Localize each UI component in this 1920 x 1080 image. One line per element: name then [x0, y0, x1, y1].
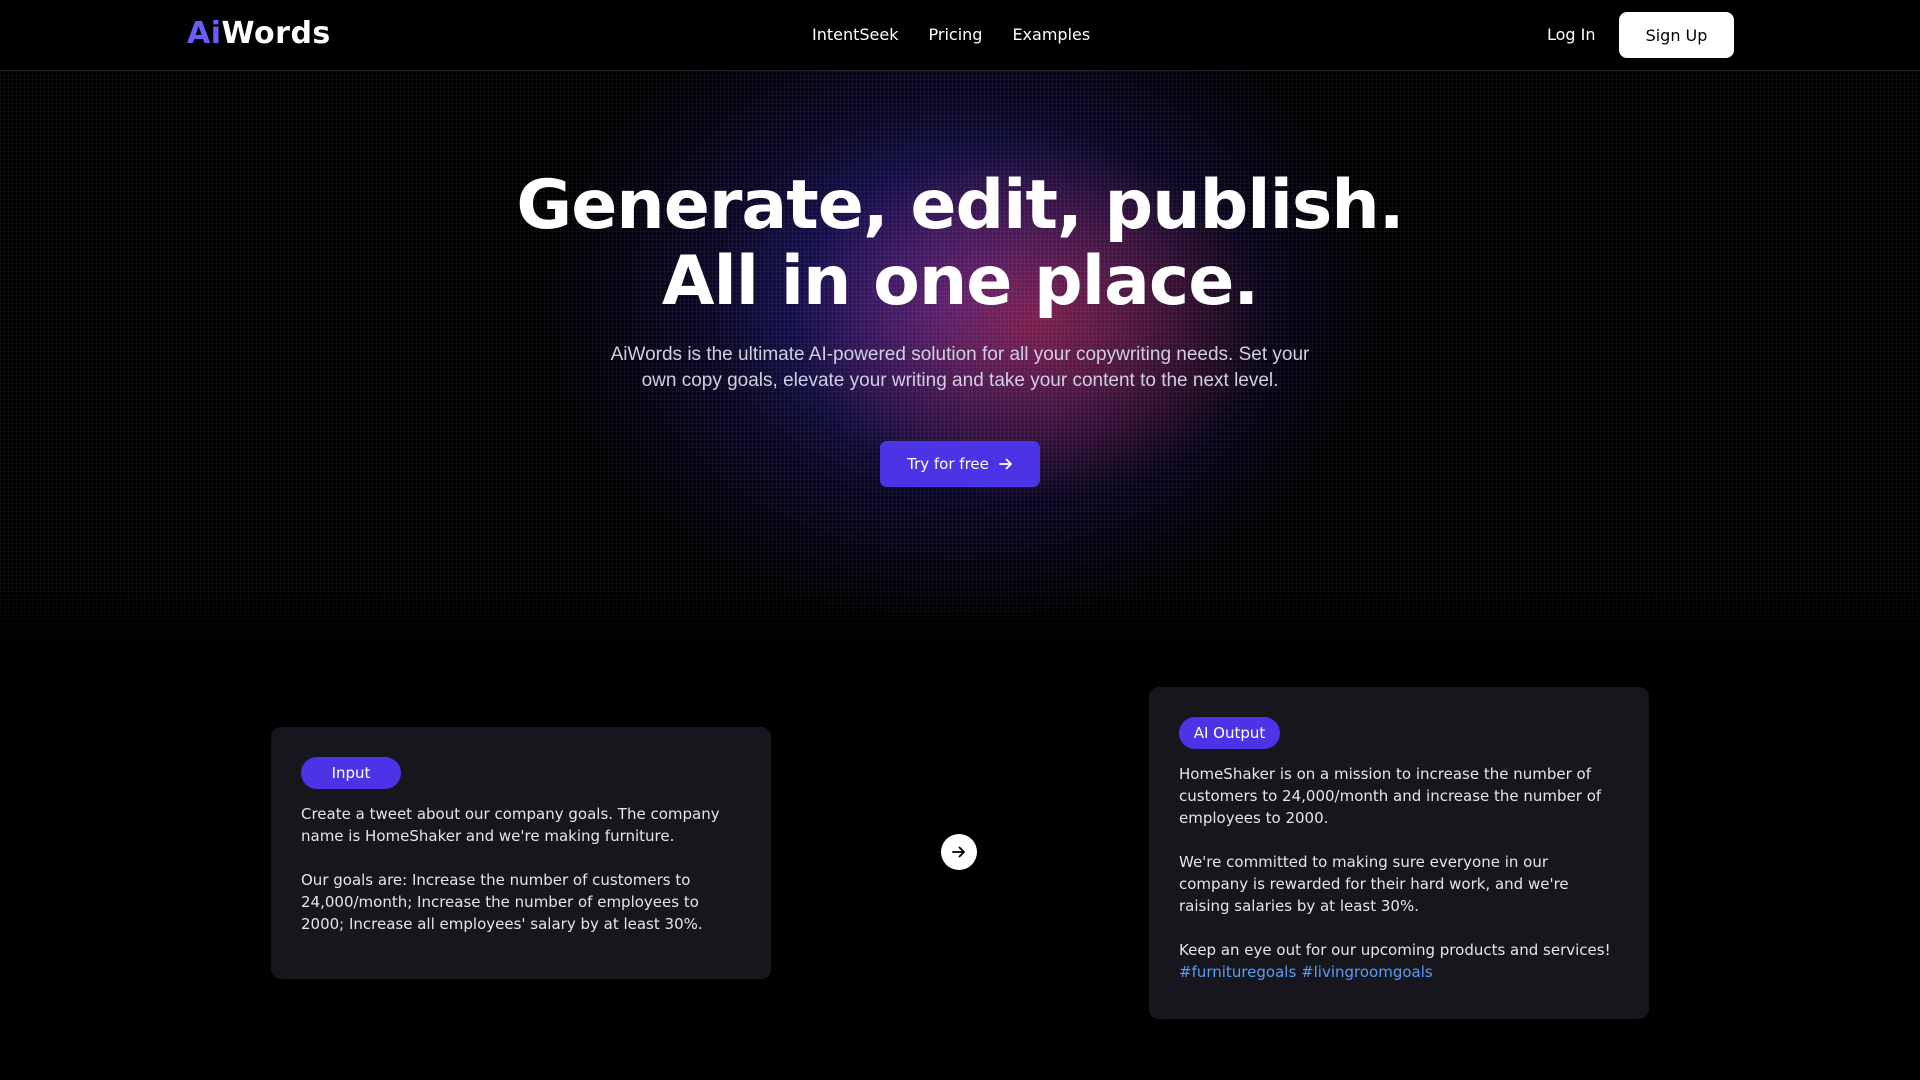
signup-button[interactable]: Sign Up [1619, 12, 1734, 58]
input-text: Create a tweet about our company goals. … [301, 803, 741, 935]
try-for-free-button[interactable]: Try for free [880, 441, 1040, 487]
nav-link-intentseek[interactable]: IntentSeek [812, 25, 899, 44]
hashtag-livingroomgoals[interactable]: #livingroomgoals [1301, 963, 1433, 981]
transform-arrow-button[interactable] [941, 834, 977, 870]
try-for-free-label: Try for free [907, 455, 989, 473]
login-link[interactable]: Log In [1547, 25, 1596, 44]
input-paragraph: Create a tweet about our company goals. … [301, 805, 720, 845]
nav-link-pricing[interactable]: Pricing [929, 25, 983, 44]
input-paragraph: Our goals are: Increase the number of cu… [301, 871, 703, 933]
top-navbar: AiWords IntentSeek Pricing Examples Log … [0, 0, 1920, 71]
hashtag-furnituregoals[interactable]: #furnituregoals [1179, 963, 1296, 981]
hero-section: Generate, edit, publish. All in one plac… [0, 71, 1920, 666]
arrow-right-icon [998, 458, 1012, 470]
input-card: Input Create a tweet about our company g… [271, 727, 771, 979]
hero-headline-line2: All in one place. [661, 242, 1259, 321]
input-badge: Input [301, 757, 401, 789]
ai-output-badge: AI Output [1179, 717, 1280, 749]
hero-headline-line1: Generate, edit, publish. [516, 166, 1404, 245]
nav-link-examples[interactable]: Examples [1012, 25, 1090, 44]
ai-output-text: HomeShaker is on a mission to increase t… [1179, 763, 1619, 983]
output-paragraph: We're committed to making sure everyone … [1179, 853, 1569, 915]
logo-ai-part: Ai [187, 16, 222, 51]
hero-bottom-fade [0, 576, 1920, 666]
main-nav: IntentSeek Pricing Examples [812, 25, 1090, 44]
arrow-right-icon [952, 846, 965, 858]
hero-subtitle: AiWords is the ultimate AI-powered solut… [610, 344, 1310, 391]
hero-headline: Generate, edit, publish. All in one plac… [0, 168, 1920, 320]
logo-words-part: Words [221, 16, 331, 51]
output-closing-sentence: Keep an eye out for our upcoming product… [1179, 941, 1611, 959]
aiwords-logo[interactable]: AiWords [187, 16, 331, 51]
output-paragraph-last: Keep an eye out for our upcoming product… [1179, 939, 1619, 983]
ai-output-card: AI Output HomeShaker is on a mission to … [1149, 687, 1649, 1019]
output-paragraph: HomeShaker is on a mission to increase t… [1179, 765, 1602, 827]
